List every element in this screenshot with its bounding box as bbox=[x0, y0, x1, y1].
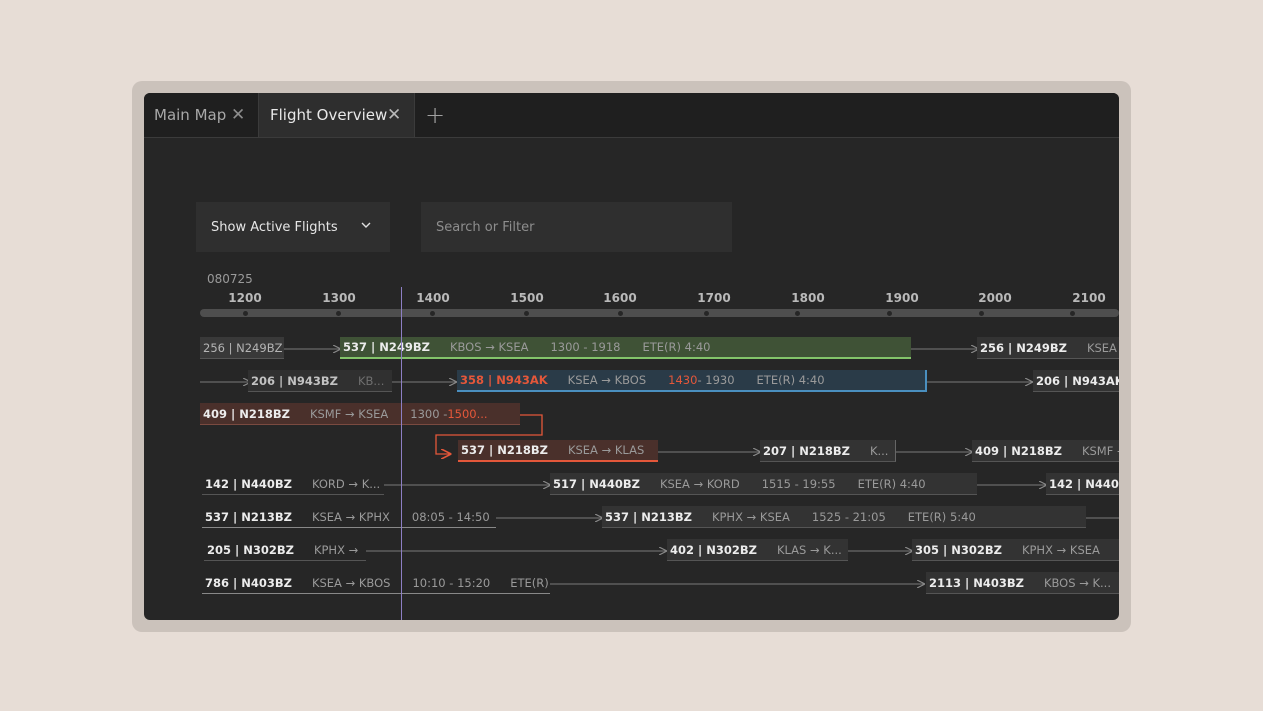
flight-bar[interactable]: 537 | N213BZ KPHX → KSEA 1525 - 21:05 ET… bbox=[602, 506, 1086, 528]
flight-bar[interactable]: 402 | N302BZ KLAS → K... bbox=[667, 539, 848, 561]
flight-id: 256 | N249BZ bbox=[980, 340, 1067, 355]
flight-bar[interactable]: 786 | N403BZ KSEA → KBOS 10:10 - 15:20 E… bbox=[202, 572, 550, 594]
flight-route: KSEA → KPHX bbox=[311, 509, 390, 524]
flight-route: K... bbox=[869, 443, 889, 458]
flight-bar[interactable]: 205 | N302BZ KPHX → bbox=[204, 539, 366, 561]
flight-bar[interactable]: 142 | N440BZ KORD → K... bbox=[202, 473, 384, 495]
flight-id: 537 | N213BZ bbox=[205, 509, 292, 524]
flight-id: 409 | N218BZ bbox=[203, 406, 290, 421]
flight-time: 1300 - 1918 bbox=[550, 340, 621, 354]
flight-id: 786 | N403BZ bbox=[205, 575, 292, 590]
flight-route: KLAS → K... bbox=[776, 542, 842, 557]
flight-route: KB... bbox=[357, 373, 385, 388]
flight-bar[interactable]: 206 | N943BZ KB... bbox=[248, 370, 392, 392]
flight-bar[interactable]: 358 | N943AK KSEA → KBOS 1430 - 1930 ETE… bbox=[457, 370, 927, 392]
flight-id: 2113 | N403BZ bbox=[929, 575, 1024, 590]
flight-time-start: 1430 bbox=[668, 373, 698, 387]
flight-bar[interactable]: 409 | N218BZ KSMF → KSEA 1300 - 1500... bbox=[200, 403, 520, 425]
flight-time-end: 1500... bbox=[447, 406, 488, 421]
flight-route: KSMF → KSEA bbox=[309, 406, 389, 421]
flight-route: KORD → K... bbox=[311, 476, 381, 491]
flight-id: 537 | N213BZ bbox=[605, 509, 692, 524]
flight-ete: ETE(R) 5:40 bbox=[907, 509, 976, 524]
flight-id: 305 | N302BZ bbox=[915, 542, 1002, 557]
flight-route: KPHX → KSEA bbox=[711, 509, 790, 524]
flight-id: 206 | N943AK bbox=[1036, 373, 1119, 388]
flight-id: 402 | N302BZ bbox=[670, 542, 757, 557]
flight-time: 10:10 - 15:20 bbox=[412, 575, 491, 590]
flight-time: 1525 - 21:05 bbox=[811, 509, 886, 524]
flight-id: 537 | N249BZ bbox=[343, 340, 430, 354]
flight-id: 409 | N218BZ bbox=[975, 443, 1062, 458]
flight-time: 08:05 - 14:50 bbox=[411, 509, 490, 524]
flight-bar[interactable]: 517 | N440BZ KSEA → KORD 1515 - 19:55 ET… bbox=[550, 473, 977, 495]
flight-bar[interactable]: 537 | N249BZ KBOS → KSEA 1300 - 1918 ETE… bbox=[340, 337, 911, 359]
flight-bar[interactable]: 256 | N249BZ KSEA → bbox=[977, 337, 1119, 359]
flight-time-end: - 1930 bbox=[697, 373, 735, 387]
flight-id: 207 | N218BZ bbox=[763, 443, 850, 458]
current-time-indicator bbox=[401, 287, 402, 620]
flight-id: 537 | N218BZ bbox=[461, 443, 548, 457]
flight-route: KPHX → KSEA bbox=[1021, 542, 1100, 557]
flight-route: KPHX → bbox=[313, 542, 359, 557]
flight-ete: ETE(R) 4:40 bbox=[857, 476, 926, 491]
flight-bar[interactable]: 142 | N440B bbox=[1046, 473, 1119, 495]
flight-id: 517 | N440BZ bbox=[553, 476, 640, 491]
flight-id: 142 | N440BZ bbox=[205, 476, 292, 491]
flight-bar[interactable]: 537 | N218BZ KSEA → KLAS bbox=[458, 440, 658, 462]
flight-bar[interactable]: 207 | N218BZ K... bbox=[760, 440, 896, 462]
flight-route: KBOS → KSEA bbox=[449, 340, 529, 354]
flight-bar[interactable]: 409 | N218BZ KSMF → bbox=[972, 440, 1119, 462]
flight-id: 205 | N302BZ bbox=[207, 542, 294, 557]
flight-bar[interactable]: 256 | N249BZ bbox=[200, 337, 284, 359]
flight-bar[interactable]: 2113 | N403BZ KBOS → K... bbox=[926, 572, 1119, 594]
flight-route: KSEA → KBOS bbox=[567, 373, 647, 387]
flight-route: KSEA → KBOS bbox=[311, 575, 391, 590]
flight-id: 358 | N943AK bbox=[460, 373, 548, 387]
flight-ete: ETE(R) 4:40 bbox=[756, 373, 825, 387]
flight-route: KSEA → bbox=[1086, 340, 1119, 355]
flight-route: KBOS → K... bbox=[1043, 575, 1111, 590]
flight-ete: ETE(R)... bbox=[510, 575, 550, 590]
app-window: Main Map ✕ Flight Overview ✕ + Show Acti… bbox=[144, 93, 1119, 620]
flight-route: KSMF → bbox=[1081, 443, 1119, 458]
flight-ete: ETE(R) 4:40 bbox=[642, 340, 711, 354]
flight-bar[interactable]: 206 | N943AK bbox=[1033, 370, 1119, 392]
flight-bar[interactable]: 537 | N213BZ KSEA → KPHX 08:05 - 14:50 bbox=[202, 506, 496, 528]
flight-id: 142 | N440B bbox=[1049, 476, 1119, 491]
flight-time: 1515 - 19:55 bbox=[761, 476, 836, 491]
flight-bar[interactable]: 305 | N302BZ KPHX → KSEA bbox=[912, 539, 1119, 561]
flight-id: 256 | N249BZ bbox=[203, 340, 283, 355]
flight-time-start: 1300 - bbox=[410, 406, 448, 421]
flight-id: 206 | N943BZ bbox=[251, 373, 338, 388]
flight-route: KSEA → KLAS bbox=[567, 443, 645, 457]
flight-route: KSEA → KORD bbox=[659, 476, 740, 491]
